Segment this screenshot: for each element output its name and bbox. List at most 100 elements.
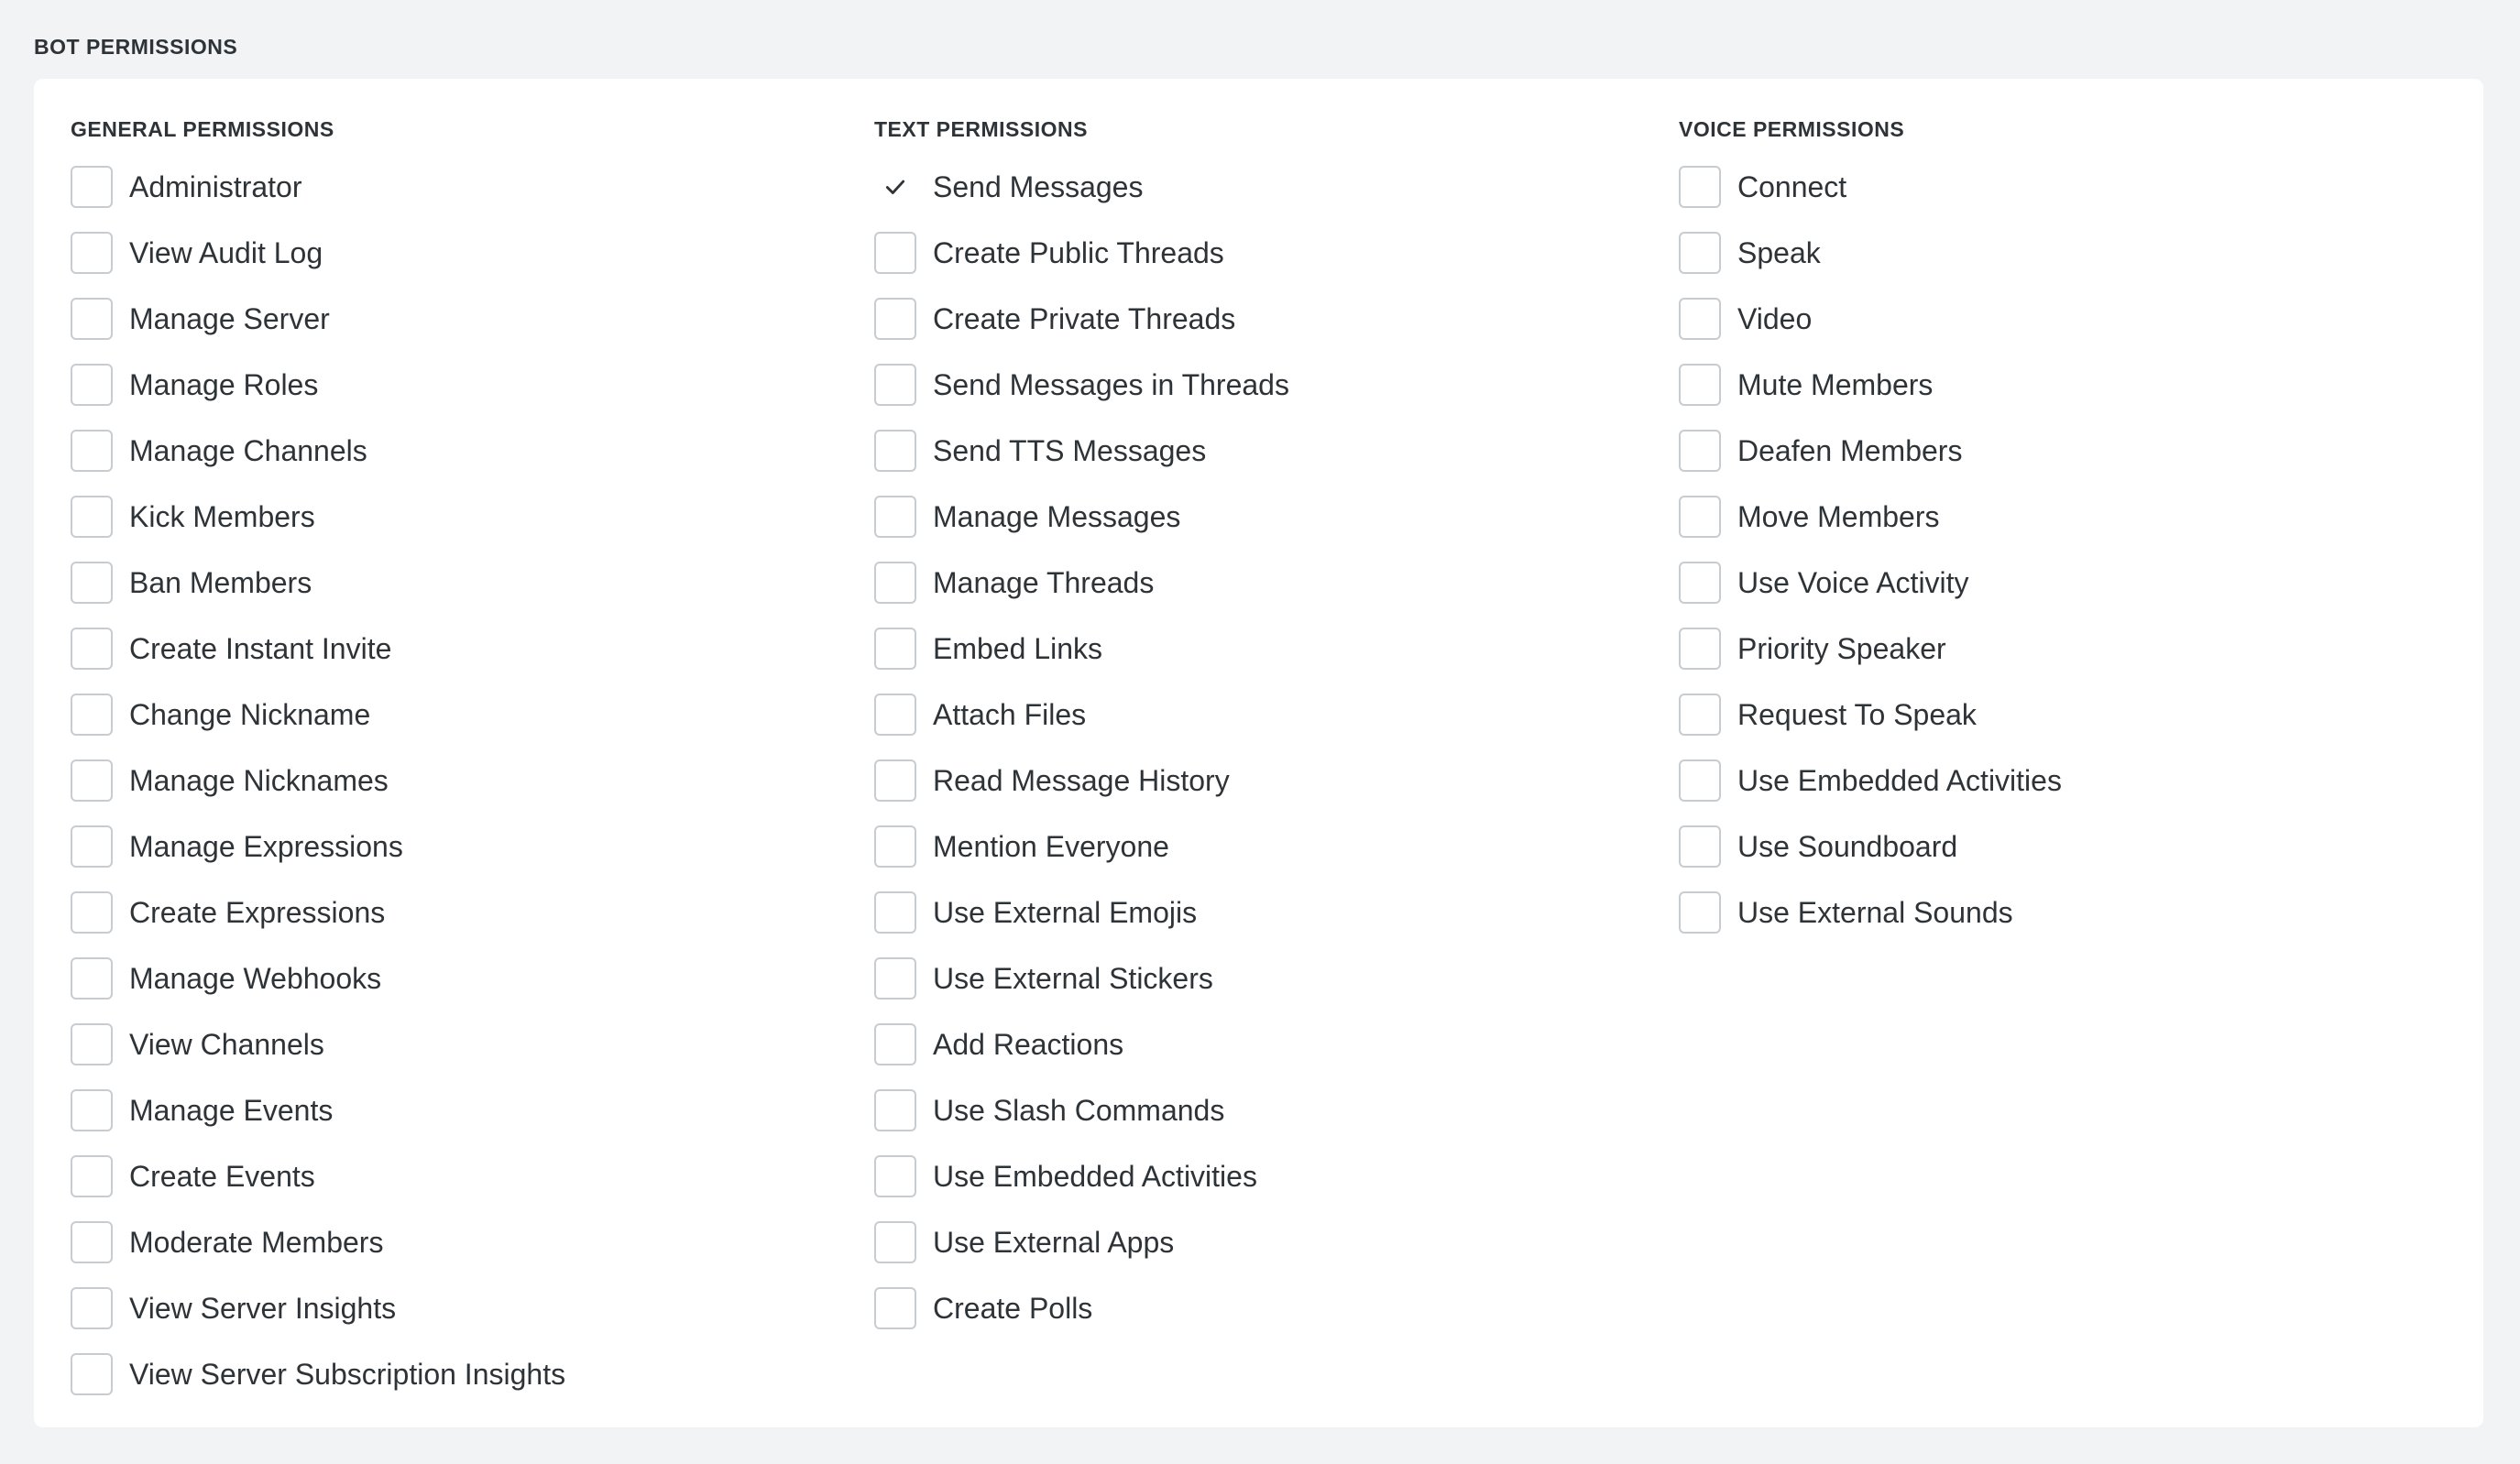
permission-checkbox[interactable] [71,298,113,340]
permission-checkbox[interactable] [1679,694,1721,736]
permission-checkbox[interactable] [874,364,916,406]
permission-use-soundboard[interactable]: Use Soundboard [1679,814,2467,879]
permission-mute-members[interactable]: Mute Members [1679,352,2467,418]
permission-checkbox[interactable] [874,891,916,934]
permission-checkbox[interactable] [71,825,113,868]
permission-read-message-history[interactable]: Read Message History [874,748,1662,814]
permission-checkbox[interactable] [874,694,916,736]
permission-manage-server[interactable]: Manage Server [71,286,859,352]
permission-checkbox[interactable] [71,430,113,472]
permission-use-external-sounds[interactable]: Use External Sounds [1679,879,2467,945]
permission-create-public-threads[interactable]: Create Public Threads [874,220,1662,286]
permission-checkbox[interactable] [1679,364,1721,406]
permission-checkbox[interactable] [71,364,113,406]
permissions-panel: GENERAL PERMISSIONS Administrator View Au… [34,79,2483,1427]
permission-video[interactable]: Video [1679,286,2467,352]
permission-priority-speaker[interactable]: Priority Speaker [1679,616,2467,682]
permission-use-external-emojis[interactable]: Use External Emojis [874,879,1662,945]
permission-connect[interactable]: Connect [1679,154,2467,220]
permission-send-tts-messages[interactable]: Send TTS Messages [874,418,1662,484]
permission-checkbox[interactable] [874,957,916,1000]
permission-manage-threads[interactable]: Manage Threads [874,550,1662,616]
permission-view-server-subscription-insights[interactable]: View Server Subscription Insights [71,1341,859,1407]
permission-manage-webhooks[interactable]: Manage Webhooks [71,945,859,1011]
permission-use-external-stickers[interactable]: Use External Stickers [874,945,1662,1011]
permission-checkbox[interactable] [1679,628,1721,670]
permission-send-messages-in-threads[interactable]: Send Messages in Threads [874,352,1662,418]
permission-embed-links[interactable]: Embed Links [874,616,1662,682]
permission-manage-roles[interactable]: Manage Roles [71,352,859,418]
permission-add-reactions[interactable]: Add Reactions [874,1011,1662,1077]
permission-checkbox[interactable] [71,1155,113,1197]
permission-view-channels[interactable]: View Channels [71,1011,859,1077]
permission-checkbox[interactable] [1679,298,1721,340]
permission-checkbox[interactable] [1679,166,1721,208]
permission-use-embedded-activities[interactable]: Use Embedded Activities [1679,748,2467,814]
permission-deafen-members[interactable]: Deafen Members [1679,418,2467,484]
permission-checkbox[interactable] [874,166,916,208]
permission-checkbox[interactable] [1679,232,1721,274]
permission-checkbox[interactable] [874,1221,916,1263]
permission-kick-members[interactable]: Kick Members [71,484,859,550]
permission-manage-expressions[interactable]: Manage Expressions [71,814,859,879]
permission-use-voice-activity[interactable]: Use Voice Activity [1679,550,2467,616]
permission-checkbox[interactable] [874,298,916,340]
permission-create-expressions[interactable]: Create Expressions [71,879,859,945]
permission-checkbox[interactable] [71,562,113,604]
permission-create-events[interactable]: Create Events [71,1143,859,1209]
permission-create-private-threads[interactable]: Create Private Threads [874,286,1662,352]
permission-checkbox[interactable] [71,1287,113,1329]
permission-checkbox[interactable] [71,628,113,670]
permission-checkbox[interactable] [1679,891,1721,934]
permission-checkbox[interactable] [71,957,113,1000]
permission-send-messages[interactable]: Send Messages [874,154,1662,220]
permission-checkbox[interactable] [874,825,916,868]
permission-create-instant-invite[interactable]: Create Instant Invite [71,616,859,682]
permission-checkbox[interactable] [874,1089,916,1131]
permission-speak[interactable]: Speak [1679,220,2467,286]
permission-checkbox[interactable] [1679,430,1721,472]
permission-checkbox[interactable] [71,166,113,208]
permission-checkbox[interactable] [71,891,113,934]
permission-checkbox[interactable] [874,496,916,538]
permission-view-server-insights[interactable]: View Server Insights [71,1275,859,1341]
permission-checkbox[interactable] [874,430,916,472]
permission-use-external-apps[interactable]: Use External Apps [874,1209,1662,1275]
permission-manage-messages[interactable]: Manage Messages [874,484,1662,550]
permission-checkbox[interactable] [874,562,916,604]
permission-moderate-members[interactable]: Moderate Members [71,1209,859,1275]
permission-move-members[interactable]: Move Members [1679,484,2467,550]
permission-use-slash-commands[interactable]: Use Slash Commands [874,1077,1662,1143]
permission-change-nickname[interactable]: Change Nickname [71,682,859,748]
permission-checkbox[interactable] [874,759,916,802]
permission-checkbox[interactable] [71,759,113,802]
permission-checkbox[interactable] [874,1155,916,1197]
permission-checkbox[interactable] [874,628,916,670]
permission-checkbox[interactable] [1679,562,1721,604]
permission-label: View Audit Log [129,235,323,269]
permission-checkbox[interactable] [71,232,113,274]
permission-checkbox[interactable] [71,1023,113,1065]
permission-request-to-speak[interactable]: Request To Speak [1679,682,2467,748]
permission-checkbox[interactable] [71,694,113,736]
permission-manage-nicknames[interactable]: Manage Nicknames [71,748,859,814]
permission-manage-events[interactable]: Manage Events [71,1077,859,1143]
permission-checkbox[interactable] [1679,825,1721,868]
permission-checkbox[interactable] [874,1287,916,1329]
permission-use-embedded-activities[interactable]: Use Embedded Activities [874,1143,1662,1209]
permission-checkbox[interactable] [874,232,916,274]
permission-checkbox[interactable] [71,1221,113,1263]
permission-manage-channels[interactable]: Manage Channels [71,418,859,484]
permission-checkbox[interactable] [71,496,113,538]
permission-checkbox[interactable] [71,1353,113,1395]
permission-checkbox[interactable] [1679,496,1721,538]
permission-create-polls[interactable]: Create Polls [874,1275,1662,1341]
permission-checkbox[interactable] [874,1023,916,1065]
permission-mention-everyone[interactable]: Mention Everyone [874,814,1662,879]
permission-checkbox[interactable] [71,1089,113,1131]
permission-ban-members[interactable]: Ban Members [71,550,859,616]
permission-view-audit-log[interactable]: View Audit Log [71,220,859,286]
permission-administrator[interactable]: Administrator [71,154,859,220]
permission-attach-files[interactable]: Attach Files [874,682,1662,748]
permission-checkbox[interactable] [1679,759,1721,802]
